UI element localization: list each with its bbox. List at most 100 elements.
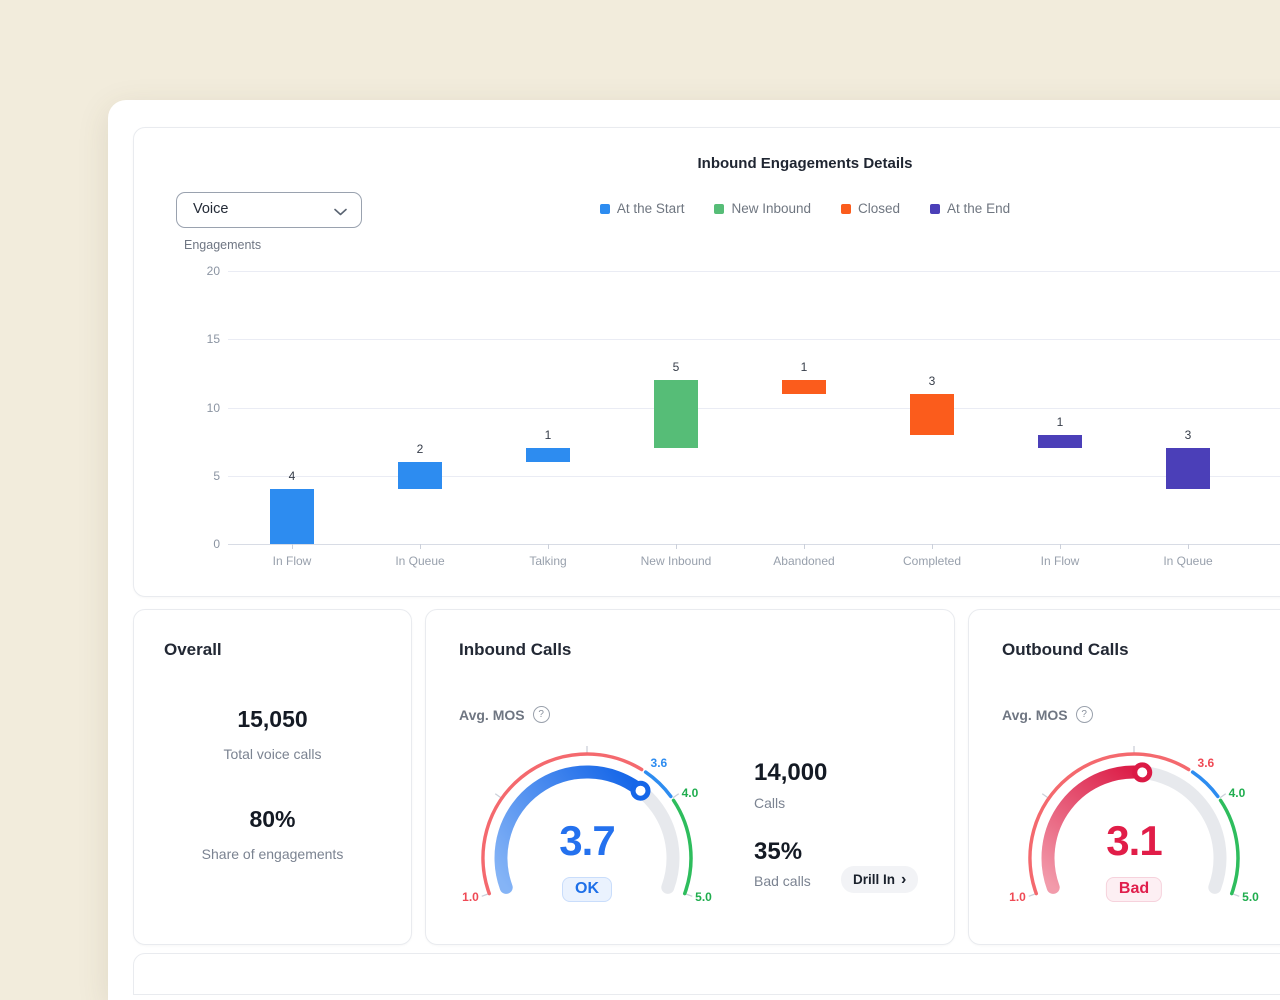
gauge-status-badge: Bad: [1106, 877, 1162, 902]
card-title: Inbound Calls: [459, 640, 571, 660]
bar-in-flow[interactable]: [270, 489, 314, 544]
gauge-tick: [686, 894, 693, 896]
legend-swatch: [930, 204, 940, 214]
share-of-engagements-label: Share of engagements: [134, 846, 411, 862]
x-axis-tick: [420, 544, 421, 549]
card-title: Overall: [164, 640, 222, 660]
legend-swatch: [714, 204, 724, 214]
overall-card: Overall 15,050 Total voice calls 80% Sha…: [133, 609, 412, 945]
bad-calls-label: Bad calls: [754, 873, 811, 889]
chart-legend: At the Start New Inbound Closed At the End: [134, 201, 1280, 216]
bar-value-label: 3: [1158, 428, 1218, 442]
x-axis-tick: [676, 544, 677, 549]
x-axis-category-label: In Queue: [360, 554, 480, 568]
gauge-scale-label: 1.0: [462, 890, 479, 904]
gridline: [228, 544, 1280, 545]
gauge-scale-label: 5.0: [1242, 890, 1259, 904]
x-axis-tick: [1060, 544, 1061, 549]
bar-value-label: 1: [774, 360, 834, 374]
gauge-scale-label: 4.0: [682, 786, 699, 800]
avg-mos-row: Avg. MOS ?: [1002, 706, 1093, 723]
bar-value-label: 3: [902, 374, 962, 388]
inbound-calls-card: Inbound Calls Avg. MOS ? 1.0 3.6 4.0 5.0 3.7…: [425, 609, 955, 945]
bar-completed[interactable]: [910, 394, 954, 435]
legend-swatch: [600, 204, 610, 214]
calls-label: Calls: [754, 795, 785, 811]
y-axis-tick-label: 5: [182, 469, 220, 483]
gauge-tick: [1220, 794, 1226, 798]
avg-mos-label: Avg. MOS: [459, 707, 525, 723]
x-axis-tick: [1188, 544, 1189, 549]
legend-item[interactable]: Closed: [841, 201, 900, 216]
avg-mos-gauge: 1.03.64.05.03.1Bad: [1009, 738, 1259, 916]
gauge-tick: [482, 894, 489, 896]
gauge-value: 3.7: [462, 820, 712, 862]
outbound-calls-card: Outbound Calls Avg. MOS ? 1.03.64.05.03.…: [968, 609, 1280, 945]
bar-abandoned[interactable]: [782, 380, 826, 394]
bar-talking[interactable]: [526, 448, 570, 462]
x-axis-tick: [292, 544, 293, 549]
legend-label: At the Start: [617, 201, 685, 216]
bar-new-inbound[interactable]: [654, 380, 698, 448]
gauge-tick: [1029, 894, 1036, 896]
bar-value-label: 1: [1030, 415, 1090, 429]
gauge-scale-label: 4.0: [1229, 786, 1246, 800]
gridline: [228, 476, 1280, 477]
gauge-value: 3.1: [1009, 820, 1259, 862]
chevron-right-icon: ›: [901, 872, 906, 888]
legend-item[interactable]: New Inbound: [714, 201, 811, 216]
gauge-knob: [633, 783, 648, 798]
legend-label: Closed: [858, 201, 900, 216]
bar-value-label: 2: [390, 442, 450, 456]
avg-mos-gauge: 1.03.64.05.03.7OK: [462, 738, 712, 916]
card-title: Outbound Calls: [1002, 640, 1129, 660]
drill-in-label: Drill In: [853, 872, 895, 887]
x-axis-tick: [932, 544, 933, 549]
legend-swatch: [841, 204, 851, 214]
info-icon[interactable]: ?: [533, 706, 550, 723]
y-axis-tick-label: 10: [182, 401, 220, 415]
gauge-scale-label: 3.6: [651, 756, 668, 770]
share-of-engagements-value: 80%: [134, 806, 411, 833]
gridline: [228, 408, 1280, 409]
bar-value-label: 1: [518, 428, 578, 442]
bar-value-label: 4: [262, 469, 322, 483]
gauge-scale-label: 5.0: [695, 890, 712, 904]
y-axis-tick-label: 0: [182, 537, 220, 551]
gridline: [228, 339, 1280, 340]
info-icon[interactable]: ?: [1076, 706, 1093, 723]
bar-in-flow[interactable]: [1038, 435, 1082, 449]
bar-in-queue[interactable]: [1166, 448, 1210, 489]
bar-value-label: 5: [646, 360, 706, 374]
bar-in-queue[interactable]: [398, 462, 442, 489]
gauge-tick: [1233, 894, 1240, 896]
legend-item[interactable]: At the End: [930, 201, 1010, 216]
drill-in-button[interactable]: Drill In ›: [841, 866, 918, 893]
x-axis-category-label: In Flow: [232, 554, 352, 568]
avg-mos-label: Avg. MOS: [1002, 707, 1068, 723]
chart-title: Inbound Engagements Details: [134, 155, 1280, 173]
x-axis-category-label: Completed: [872, 554, 992, 568]
y-axis-tick-label: 15: [182, 332, 220, 346]
x-axis-category-label: In Queue: [1128, 554, 1248, 568]
next-row-card-edge: [133, 953, 1280, 995]
gauge-knob: [1135, 765, 1150, 780]
x-axis-category-label: Talking: [488, 554, 608, 568]
inbound-engagements-card: Inbound Engagements Details Voice At the…: [133, 127, 1280, 597]
x-axis-tick: [548, 544, 549, 549]
gauge-tick: [1042, 794, 1048, 798]
x-axis-category-label: New Inbound: [616, 554, 736, 568]
engagements-plot: 05101520In FlowIn QueueTalkingNew Inboun…: [228, 271, 1280, 544]
legend-label: New Inbound: [731, 201, 811, 216]
gauge-tick: [673, 794, 679, 798]
y-axis-title: Engagements: [184, 238, 261, 252]
calls-value: 14,000: [754, 758, 827, 788]
total-voice-calls-label: Total voice calls: [134, 746, 411, 762]
bad-calls-value: 35%: [754, 837, 802, 867]
gridline: [228, 271, 1280, 272]
legend-item[interactable]: At the Start: [600, 201, 685, 216]
x-axis-category-label: In Flow: [1000, 554, 1120, 568]
y-axis-tick-label: 20: [182, 264, 220, 278]
avg-mos-row: Avg. MOS ?: [459, 706, 550, 723]
dashboard-panel: Inbound Engagements Details Voice At the…: [108, 100, 1280, 1000]
